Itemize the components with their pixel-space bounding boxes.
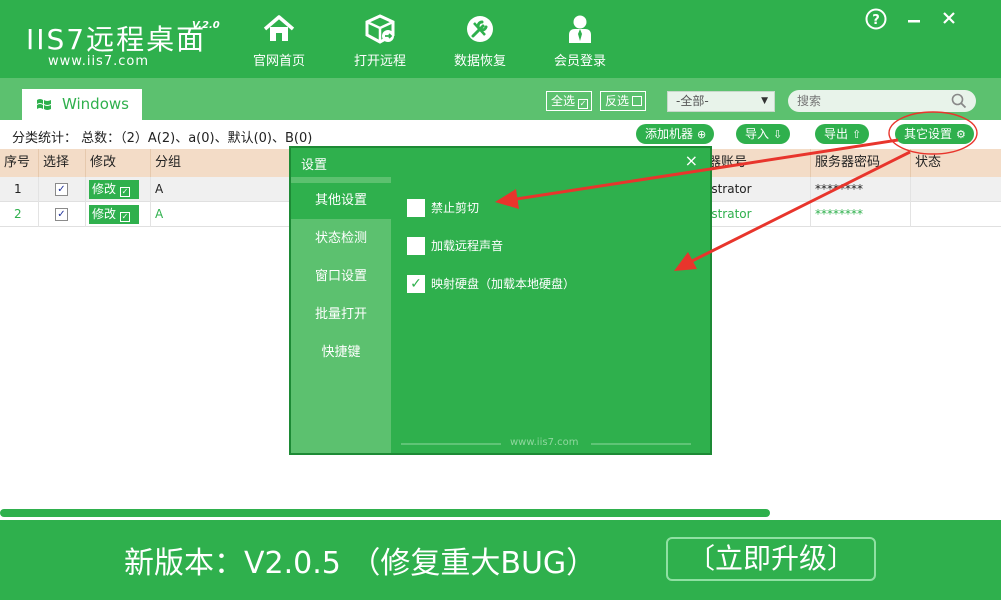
import-button[interactable]: 导入 ⇩	[736, 124, 791, 144]
other-settings-label: 其它设置	[904, 127, 953, 141]
windows-logo-icon	[37, 99, 51, 110]
export-icon: ⇧	[852, 128, 862, 141]
upgrade-now-button[interactable]: 〔立即升级〕	[666, 537, 876, 581]
col-group[interactable]: 分组	[151, 149, 291, 177]
new-version-text: 新版本：V2.0.5 （修复重大BUG）	[124, 546, 597, 581]
help-button[interactable]: ?	[865, 8, 887, 30]
row-checkbox[interactable]: ✓	[55, 208, 68, 221]
gear-icon: ⚙	[956, 128, 966, 141]
nav-member-login-label: 会员登录	[553, 54, 606, 69]
category-stats: 分类统计： 总数：（2）A(2)、a(0)、默认(0)、B(0)	[12, 131, 313, 146]
row-status	[911, 202, 1001, 227]
row-checkbox[interactable]: ✓	[55, 183, 68, 196]
check-icon: ✓	[578, 99, 589, 109]
search-icon[interactable]	[951, 93, 967, 109]
repair-tools-icon	[467, 16, 493, 42]
tab-windows[interactable]: Windows	[22, 89, 142, 120]
dialog-close-button[interactable]: ×	[685, 151, 698, 170]
col-index[interactable]: 序号	[0, 149, 39, 177]
row-account: istrator	[704, 202, 811, 227]
invert-selection-button[interactable]: 反选	[600, 91, 647, 111]
row-edit-label: 修改	[92, 207, 117, 221]
import-icon: ⇩	[773, 128, 783, 141]
svg-text:?: ?	[872, 13, 880, 28]
col-server-account[interactable]: 器账号	[704, 149, 811, 177]
row-account: istrator	[704, 177, 811, 202]
nav-data-recovery-label: 数据恢复	[453, 54, 506, 69]
app-header: IIS7远程桌面 V.2.0 www.iis7.com 官网首页 打开远程 数据…	[0, 0, 1001, 78]
other-settings-button[interactable]: 其它设置 ⚙	[895, 124, 974, 144]
app-logo-title: IIS7远程桌面	[26, 23, 207, 56]
row-edit-cell: 修改 ✓	[86, 177, 151, 202]
square-icon	[632, 96, 643, 106]
tab-windows-label: Windows	[62, 95, 129, 113]
user-icon	[569, 15, 591, 43]
help-icon: ?	[865, 8, 887, 30]
col-edit[interactable]: 修改	[86, 149, 151, 177]
sidebar-item-other-settings[interactable]: 其他设置	[291, 183, 391, 219]
select-all-label: 全选	[551, 94, 576, 108]
add-machine-button[interactable]: 添加机器 ⊕	[636, 124, 715, 144]
row-edit-cell: 修改 ✓	[86, 202, 151, 227]
minimize-icon	[908, 20, 920, 23]
col-select[interactable]: 选择	[39, 149, 86, 177]
add-machine-label: 添加机器	[645, 127, 694, 141]
row-status	[911, 177, 1001, 202]
update-banner: 新版本：V2.0.5 （修复重大BUG） 〔立即升级〕	[0, 520, 1001, 600]
row-index: 1	[0, 177, 39, 202]
sidebar-item-status-check[interactable]: 状态检测	[291, 221, 391, 257]
app-version: V.2.0	[192, 20, 220, 31]
row-password: ********	[811, 177, 911, 202]
row-group: A	[151, 202, 291, 227]
minimize-button[interactable]	[903, 8, 925, 30]
option-checkbox[interactable]	[407, 199, 425, 217]
nav-home-label: 官网首页	[252, 54, 305, 69]
import-label: 导入	[745, 127, 770, 141]
group-filter-select[interactable]: -全部- ▼	[667, 91, 775, 112]
option-label: 映射硬盘（加载本地硬盘）	[431, 277, 576, 291]
row-group: A	[151, 177, 291, 202]
option-label: 加载远程声音	[431, 239, 504, 253]
edit-icon: ✓	[120, 187, 131, 197]
invert-selection-label: 反选	[605, 94, 630, 108]
row-select-cell: ✓	[39, 202, 86, 227]
sidebar-item-shortcuts[interactable]: 快捷键	[291, 335, 391, 371]
group-filter-value: -全部-	[676, 94, 709, 108]
export-button[interactable]: 导出 ⇧	[815, 124, 870, 144]
edit-icon: ✓	[120, 212, 131, 222]
app-url: www.iis7.com	[48, 54, 150, 69]
remote-box-icon	[365, 14, 395, 44]
dialog-title: 设置	[301, 158, 328, 173]
row-edit-button[interactable]: 修改 ✓	[89, 205, 139, 224]
option-label: 禁止剪切	[431, 201, 480, 215]
dropdown-arrow-icon: ▼	[761, 96, 768, 106]
export-label: 导出	[824, 127, 849, 141]
search-input[interactable]	[788, 90, 976, 112]
option-checkbox[interactable]	[407, 237, 425, 255]
nav-home[interactable]: 官网首页	[239, 14, 319, 70]
row-select-cell: ✓	[39, 177, 86, 202]
dialog-footer-text: www.iis7.com	[510, 437, 579, 448]
col-server-password[interactable]: 服务器密码	[811, 149, 911, 177]
home-icon	[263, 15, 295, 41]
close-icon	[943, 12, 955, 24]
horizontal-scrollbar[interactable]	[0, 509, 770, 517]
nav-open-remote-label: 打开远程	[353, 54, 406, 69]
row-edit-button[interactable]: 修改 ✓	[89, 180, 139, 199]
nav-open-remote[interactable]: 打开远程	[340, 14, 420, 70]
plus-circle-icon: ⊕	[697, 128, 707, 141]
sidebar-item-batch-open[interactable]: 批量打开	[291, 297, 391, 333]
row-index: 2	[0, 202, 39, 227]
select-all-button[interactable]: 全选 ✓	[546, 91, 593, 111]
nav-data-recovery[interactable]: 数据恢复	[440, 14, 520, 70]
dialog-sidebar: 其他设置 状态检测 窗口设置 批量打开 快捷键	[291, 177, 391, 453]
col-status[interactable]: 状态	[911, 149, 1001, 177]
settings-dialog: 设置 × 其他设置 状态检测 窗口设置 批量打开 快捷键 禁止剪切 加载远程声音…	[289, 146, 712, 455]
option-checkbox[interactable]: ✓	[407, 275, 425, 293]
close-window-button[interactable]	[938, 8, 960, 30]
row-password: ********	[811, 202, 911, 227]
sidebar-item-window-settings[interactable]: 窗口设置	[291, 259, 391, 295]
nav-member-login[interactable]: 会员登录	[540, 14, 620, 70]
row-edit-label: 修改	[92, 182, 117, 196]
